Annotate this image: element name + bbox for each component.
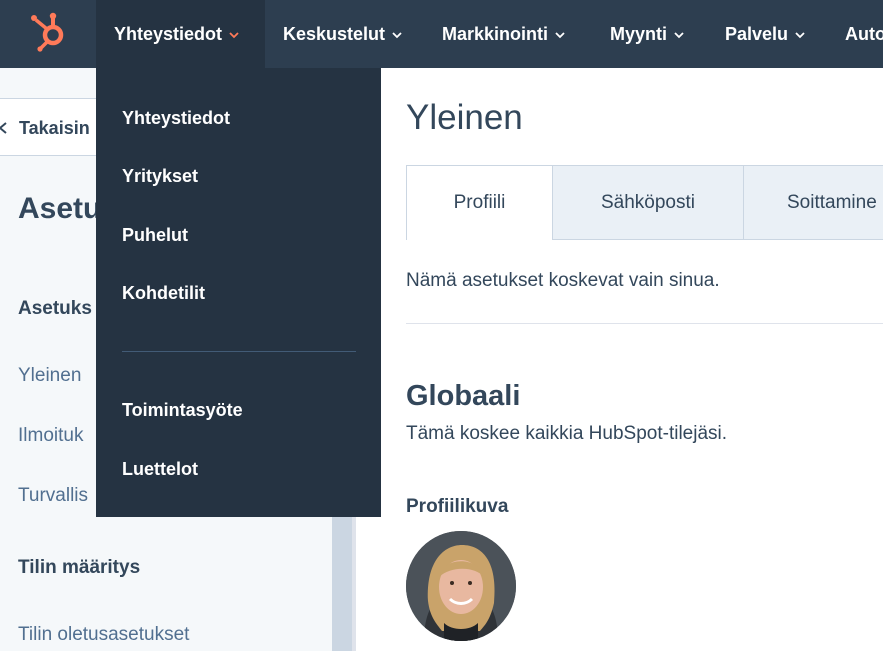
avatar[interactable] — [406, 531, 516, 641]
menu-item-contacts[interactable]: Yhteystiedot — [122, 108, 230, 129]
sidebar-item-notifications[interactable]: Ilmoituk — [18, 425, 83, 447]
menu-item-lists[interactable]: Luettelot — [122, 459, 198, 480]
tab-profile[interactable]: Profiili — [406, 165, 553, 240]
global-description: Tämä koskee kaikkia HubSpot-tilejäsi. — [406, 423, 728, 444]
sidebar-item-general[interactable]: Yleinen — [18, 365, 81, 387]
profile-picture-label: Profiilikuva — [406, 496, 509, 517]
sidebar-item-security[interactable]: Turvallis — [18, 485, 88, 507]
menu-item-target-accounts[interactable]: Kohdetilit — [122, 283, 205, 304]
nav-item-service[interactable]: Palvelu — [725, 0, 806, 68]
settings-scope-note: Nämä asetukset koskevat vain sinua. — [406, 270, 720, 291]
top-navigation: Yhteystiedot Keskustelut Markkinointi My… — [0, 0, 883, 68]
nav-item-label: Markkinointi — [442, 23, 549, 44]
menu-item-calls[interactable]: Puhelut — [122, 225, 188, 246]
chevron-down-icon — [229, 32, 239, 39]
menu-item-activity-feed[interactable]: Toimintasyöte — [122, 400, 243, 421]
section-divider — [406, 323, 883, 324]
sidebar-title: Asetu — [18, 192, 102, 225]
page-title: Yleinen — [406, 98, 523, 137]
nav-item-label: Keskustelut — [283, 23, 386, 44]
menu-item-companies[interactable]: Yritykset — [122, 166, 198, 187]
tab-calling[interactable]: Soittamine — [743, 165, 883, 240]
nav-item-conversations[interactable]: Keskustelut — [283, 0, 403, 68]
back-button-label: Takaisin — [19, 118, 90, 138]
nav-item-marketing[interactable]: Markkinointi — [442, 0, 566, 68]
sidebar-section-account-setup: Tilin määritys — [18, 557, 141, 578]
chevron-left-icon — [0, 122, 7, 134]
nav-item-sales[interactable]: Myynti — [610, 0, 685, 68]
nav-item-automation[interactable]: Auto — [845, 0, 883, 68]
chevron-down-icon — [555, 32, 565, 39]
hubspot-sprocket-icon[interactable] — [28, 8, 68, 52]
chevron-down-icon — [795, 32, 805, 39]
nav-item-label: Myynti — [610, 23, 668, 44]
menu-divider — [122, 351, 356, 352]
nav-item-contacts[interactable]: Yhteystiedot — [96, 0, 265, 68]
tab-label: Soittamine — [787, 191, 877, 213]
tab-email[interactable]: Sähköposti — [552, 165, 744, 240]
sidebar-section-heading: Asetuks — [18, 298, 92, 319]
tab-label: Profiili — [453, 192, 506, 213]
tab-label: Sähköposti — [600, 191, 695, 213]
contacts-dropdown-menu: Yhteystiedot Yritykset Puhelut Kohdetili… — [96, 68, 381, 517]
nav-item-label: Auto — [845, 23, 883, 44]
chevron-down-icon — [392, 32, 402, 39]
sidebar-item-account-defaults[interactable]: Tilin oletusasetukset — [18, 624, 189, 646]
global-heading: Globaali — [406, 380, 521, 412]
nav-item-label: Yhteystiedot — [114, 23, 223, 44]
chevron-down-icon — [674, 32, 684, 39]
nav-item-label: Palvelu — [725, 23, 789, 44]
